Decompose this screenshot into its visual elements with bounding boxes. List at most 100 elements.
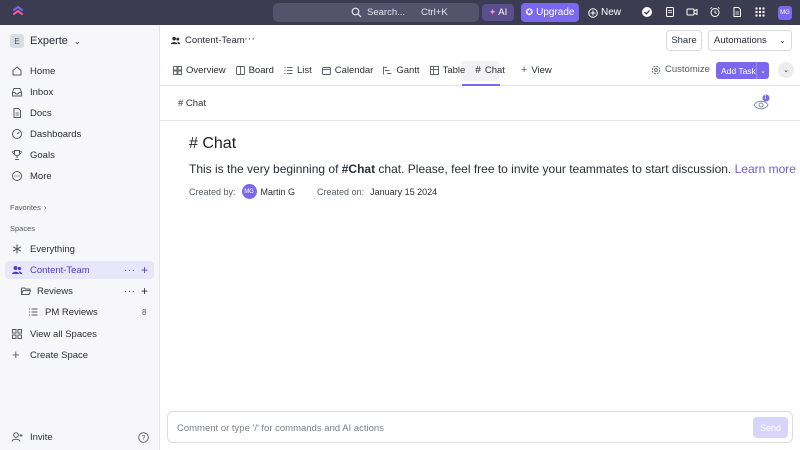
sidebar-item-label: Dashboards	[30, 128, 82, 140]
sidebar-item-docs[interactable]: Docs	[11, 107, 52, 119]
user-avatar[interactable]: MG	[778, 6, 792, 20]
workspace-badge: E	[10, 34, 24, 48]
avatar[interactable]: MG	[241, 184, 257, 199]
view-tabs: Overview Board List Calendar Gantt Table…	[173, 63, 562, 77]
notepad-icon[interactable]	[664, 6, 676, 18]
comment-input[interactable]	[177, 420, 737, 436]
learn-more-link[interactable]: Learn more	[735, 162, 796, 176]
plus-circle-icon	[588, 7, 598, 18]
created-by-label: Created by:	[189, 186, 236, 197]
chevron-down-icon: ⌄	[783, 67, 789, 74]
tab-board[interactable]: Board	[235, 65, 274, 76]
search-shortcut: Ctrl+K	[421, 7, 448, 18]
sidebar-item-label: Home	[30, 65, 56, 77]
sidebar-item-label: More	[30, 170, 52, 182]
search-icon	[351, 7, 362, 18]
upgrade-button[interactable]: ✪ Upgrade	[521, 3, 579, 22]
list-icon	[29, 308, 38, 316]
message-composer: Send	[167, 411, 793, 443]
team-icon	[170, 36, 181, 45]
automations-label: Automations	[714, 35, 767, 46]
chevron-down-icon: ⌄	[73, 36, 81, 46]
tab-label: Overview	[186, 64, 226, 76]
check-circle-icon[interactable]	[641, 6, 653, 18]
chevron-down-icon[interactable]: ⌄	[756, 62, 769, 79]
share-button[interactable]: Share	[666, 30, 702, 51]
sidebar-item-label: Content-Team	[30, 264, 90, 276]
table-icon	[429, 65, 439, 75]
search-bar[interactable]: Search... Ctrl+K	[273, 3, 479, 22]
task-count: 8	[142, 307, 147, 317]
sidebar-item-reviews[interactable]: Reviews ··· +	[5, 282, 154, 300]
sidebar-item-pm-reviews[interactable]: PM Reviews 8	[5, 303, 154, 321]
ai-button[interactable]: ✦ AI	[482, 4, 514, 21]
sidebar-item-label: Everything	[30, 243, 75, 255]
tab-chat[interactable]: # Chat	[475, 65, 505, 76]
gear-icon	[651, 65, 661, 74]
clickup-logo-icon[interactable]	[12, 6, 24, 19]
add-task-label: Add Task	[721, 65, 756, 76]
alarm-clock-icon[interactable]	[709, 6, 721, 18]
apps-grid-icon[interactable]	[754, 6, 766, 18]
sidebar-item-view-all-spaces[interactable]: View all Spaces	[5, 325, 154, 343]
sparkle-icon: ✦	[488, 7, 497, 17]
more-horizontal-icon[interactable]: ···	[124, 286, 136, 297]
more-circle-icon	[12, 171, 22, 181]
new-button[interactable]: New	[588, 4, 622, 21]
video-icon[interactable]	[686, 6, 698, 18]
search-label: Search...	[367, 7, 406, 18]
more-horizontal-icon[interactable]: ···	[124, 265, 136, 276]
document-icon[interactable]	[731, 6, 743, 18]
sidebar-item-content-team[interactable]: Content-Team ··· +	[5, 261, 154, 279]
creator-name[interactable]: Martin G	[261, 187, 296, 197]
created-on-date: January 15 2024	[370, 186, 438, 197]
grid-icon	[12, 329, 22, 339]
tab-gantt[interactable]: Gantt	[383, 64, 420, 76]
created-on-label: Created on:	[317, 186, 365, 197]
chevron-down-icon[interactable]: ⌄	[779, 36, 786, 45]
sidebar-item-create-space[interactable]: + Create Space	[5, 346, 154, 364]
sidebar-item-label: PM Reviews	[45, 306, 98, 318]
sidebar-item-everything[interactable]: Everything	[5, 240, 154, 258]
tab-table[interactable]: Table	[429, 64, 466, 76]
tab-label: Gantt	[396, 64, 420, 76]
sidebar-item-inbox[interactable]: Inbox	[11, 86, 53, 98]
tab-list[interactable]: List	[284, 65, 312, 76]
help-icon[interactable]: ?	[138, 432, 149, 443]
intro-text: This is the very beginning of	[189, 162, 342, 176]
asterisk-icon	[12, 244, 22, 254]
watchers-eye-icon[interactable]	[752, 94, 772, 112]
gantt-icon	[383, 66, 392, 74]
board-icon	[235, 65, 245, 75]
add-icon[interactable]: +	[141, 263, 148, 277]
add-view-button[interactable]: + View	[521, 64, 552, 76]
workspace-switcher[interactable]: E Experte ⌄	[10, 34, 81, 48]
collapse-header-button[interactable]: ⌄	[778, 62, 794, 78]
chevron-right-icon: ›	[43, 203, 47, 212]
tab-label: Table	[442, 64, 466, 76]
chat-heading: # Chat	[189, 135, 237, 152]
add-task-button[interactable]: Add Task ⌄	[716, 62, 769, 79]
favorites-section-header[interactable]: Favorites ›	[10, 203, 47, 212]
invite-label: Invite	[30, 431, 53, 443]
new-label: New	[601, 7, 622, 18]
watcher-count: 1	[764, 95, 767, 101]
tab-calendar[interactable]: Calendar	[321, 65, 373, 76]
send-button[interactable]: Send	[753, 417, 788, 438]
spaces-label: Spaces	[10, 224, 36, 233]
sidebar-item-home[interactable]: Home	[11, 65, 55, 77]
tab-label: Chat	[484, 64, 505, 76]
automations-button[interactable]: Automations ⌄	[708, 30, 792, 51]
overview-icon	[173, 65, 182, 75]
ai-label: AI	[498, 7, 508, 18]
invite-button[interactable]: Invite	[11, 431, 53, 443]
breadcrumb[interactable]: Content-Team	[170, 35, 245, 46]
sidebar-item-goals[interactable]: Goals	[11, 149, 55, 161]
sidebar-item-dashboards[interactable]: Dashboards	[11, 128, 81, 140]
sidebar-item-more[interactable]: More	[11, 170, 52, 182]
plus-icon: +	[520, 64, 528, 76]
tab-overview[interactable]: Overview	[173, 65, 226, 76]
more-horizontal-icon[interactable]: ···	[244, 33, 255, 45]
customize-button[interactable]: Customize	[651, 64, 710, 75]
add-icon[interactable]: +	[141, 284, 148, 298]
